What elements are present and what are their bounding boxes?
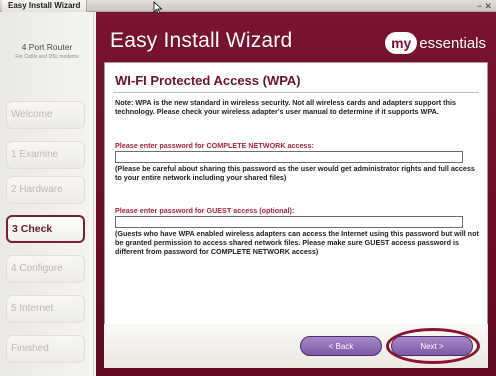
product-branding: 4 Port Router For Cable and DSL modems	[0, 42, 94, 60]
step-examine: 1 Examine	[6, 141, 85, 169]
guest-password-label: Please enter password for GUEST access (…	[115, 206, 295, 215]
window-controls-icon[interactable]: − ✕	[477, 1, 492, 11]
myessentials-logo: my essentials	[385, 32, 486, 54]
main-area: Easy Install Wizard my essentials WI-FI …	[96, 12, 496, 376]
guest-password-hint: (Guests who have WPA enabled wireless ad…	[115, 229, 479, 256]
product-name: 4 Port Router	[21, 42, 73, 52]
wpa-panel: WI-FI Protected Access (WPA) Note: WPA i…	[104, 62, 488, 368]
mouse-pointer-icon	[153, 1, 163, 15]
step-check: 3 Check	[6, 215, 85, 243]
step-internet: 5 Internet	[6, 295, 85, 323]
product-subtitle: For Cable and DSL modems	[15, 54, 79, 60]
guest-password-input[interactable]	[115, 216, 463, 228]
step-configure: 4 Configure	[6, 255, 85, 283]
next-button[interactable]: Next >	[391, 336, 473, 356]
wizard-title: Easy Install Wizard	[110, 29, 293, 52]
complete-password-hint: (Please be careful about sharing this pa…	[115, 164, 475, 182]
back-button[interactable]: < Back	[300, 336, 382, 356]
steps-sidebar: 4 Port Router For Cable and DSL modems W…	[0, 12, 94, 376]
title-divider	[113, 92, 479, 93]
installer-window: Easy Install Wizard − ✕ 4 Port Router Fo…	[0, 0, 496, 376]
panel-title: WI-FI Protected Access (WPA)	[115, 73, 301, 88]
step-welcome: Welcome	[6, 101, 85, 129]
logo-essentials: essentials	[419, 34, 486, 52]
complete-password-label: Please enter password for COMPLETE NETWO…	[115, 141, 314, 150]
logo-my: my	[385, 32, 418, 54]
title-bar[interactable]: Easy Install Wizard − ✕	[0, 0, 496, 12]
step-finished: Finished	[6, 335, 85, 363]
window-title: Easy Install Wizard	[2, 0, 88, 12]
wpa-note: Note: WPA is the new standard in wireles…	[115, 98, 456, 116]
navigation-bar: < Back Next >	[104, 324, 488, 368]
complete-password-input[interactable]	[115, 151, 463, 163]
step-hardware: 2 Hardware	[6, 176, 85, 204]
